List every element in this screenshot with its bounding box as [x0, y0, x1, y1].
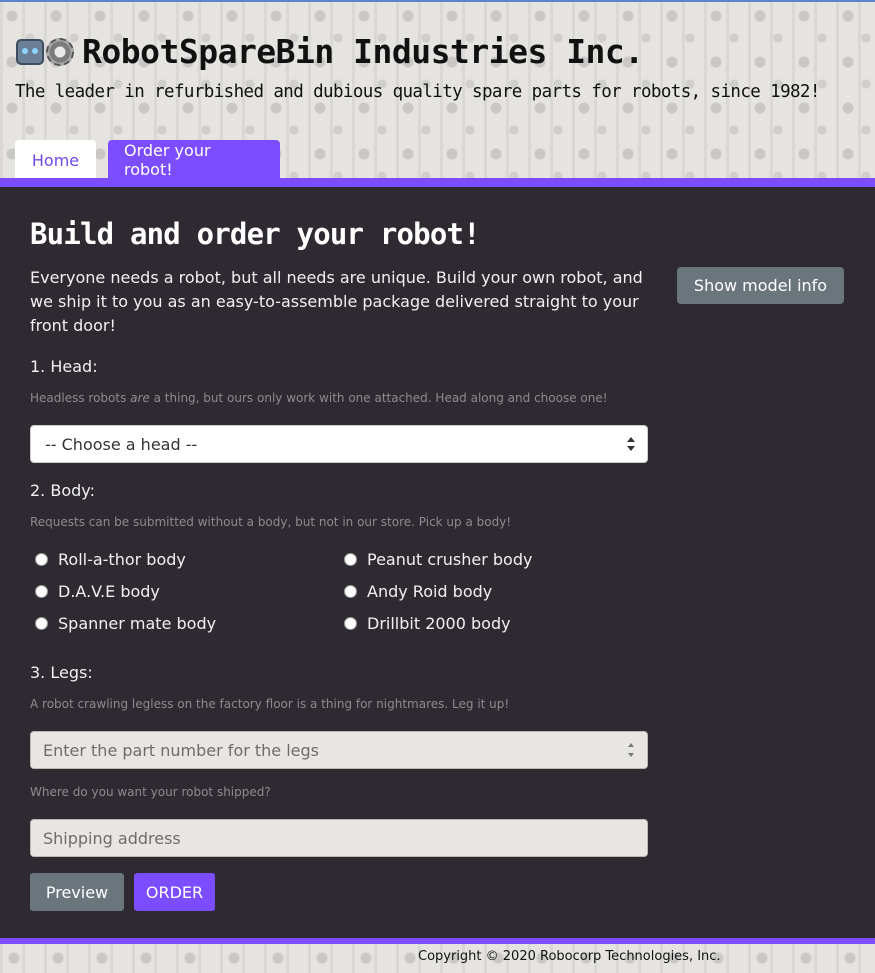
legs-number-input[interactable]: Enter the part number for the legs: [30, 731, 648, 769]
nav-tabs: Home Order your robot!: [15, 140, 280, 180]
preview-button[interactable]: Preview: [30, 873, 124, 911]
body-label: 2. Body:: [30, 481, 95, 500]
legs-input-placeholder: Enter the part number for the legs: [43, 740, 320, 760]
site-title: RobotSpareBin Industries Inc.: [82, 32, 644, 71]
shipping-input-placeholder: Shipping address: [43, 828, 181, 848]
radio-dave-body[interactable]: D.A.V.E body: [35, 582, 160, 601]
radio-peanut-crusher-body[interactable]: Peanut crusher body: [344, 550, 532, 569]
page-title: Build and order your robot!: [30, 217, 481, 251]
robot-icon: [16, 38, 44, 65]
radio-button[interactable]: [35, 617, 48, 630]
radio-andy-roid-body[interactable]: Andy Roid body: [344, 582, 492, 601]
head-select[interactable]: -- Choose a head --: [30, 425, 648, 463]
show-model-info-button[interactable]: Show model info: [677, 267, 844, 304]
legs-help-text: A robot crawling legless on the factory …: [30, 697, 510, 711]
brand: RobotSpareBin Industries Inc.: [16, 32, 644, 71]
head-label: 1. Head:: [30, 357, 98, 376]
site-header: RobotSpareBin Industries Inc. The leader…: [0, 0, 875, 180]
order-form-section: Build and order your robot! Everyone nee…: [0, 187, 875, 938]
shipping-help-text: Where do you want your robot shipped?: [30, 785, 271, 799]
shipping-address-input[interactable]: Shipping address: [30, 819, 648, 857]
header-accent-bar: [0, 178, 875, 187]
radio-button[interactable]: [344, 553, 357, 566]
body-help-text: Requests can be submitted without a body…: [30, 515, 512, 529]
radio-drillbit-2000-body[interactable]: Drillbit 2000 body: [344, 614, 511, 633]
gear-icon: [46, 37, 74, 66]
tab-order-your-robot[interactable]: Order your robot!: [108, 140, 280, 180]
select-arrows-icon: [627, 437, 635, 451]
radio-button[interactable]: [344, 585, 357, 598]
head-help-text: Headless robots are a thing, but ours on…: [30, 391, 608, 405]
number-spinner-icon[interactable]: [627, 743, 635, 757]
legs-label: 3. Legs:: [30, 663, 93, 682]
intro-text: Everyone needs a robot, but all needs ar…: [30, 268, 643, 335]
radio-button[interactable]: [35, 585, 48, 598]
copyright-text: Copyright © 2020 Robocorp Technologies, …: [418, 949, 721, 964]
tab-home[interactable]: Home: [15, 140, 96, 180]
head-select-value: -- Choose a head --: [45, 434, 198, 454]
site-tagline: The leader in refurbished and dubious qu…: [15, 82, 820, 102]
radio-button[interactable]: [35, 553, 48, 566]
order-button[interactable]: ORDER: [134, 873, 215, 911]
radio-button[interactable]: [344, 617, 357, 630]
radio-spanner-mate-body[interactable]: Spanner mate body: [35, 614, 216, 633]
site-footer: Copyright © 2020 Robocorp Technologies, …: [0, 944, 875, 973]
radio-roll-a-thor-body[interactable]: Roll-a-thor body: [35, 550, 186, 569]
